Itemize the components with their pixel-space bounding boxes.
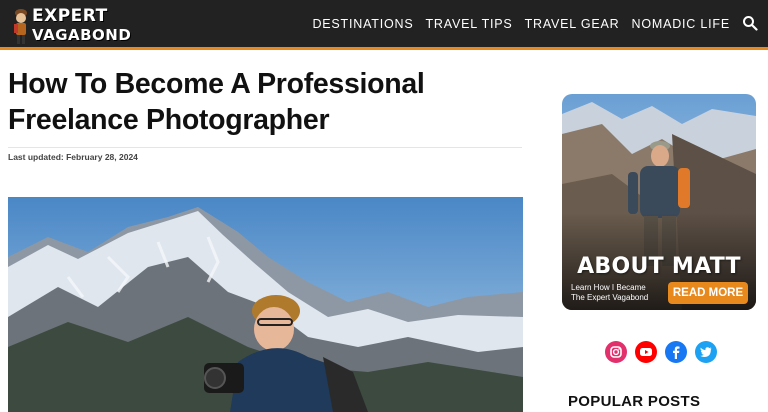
- about-title: ABOUT MATT: [577, 254, 741, 279]
- nav-travel-tips[interactable]: TRAVEL TIPS: [425, 17, 512, 31]
- nav-nomadic-life[interactable]: NOMADIC LIFE: [632, 17, 731, 31]
- title-divider: [8, 147, 522, 148]
- logo-mascot-icon: [14, 9, 27, 44]
- nav-destinations[interactable]: DESTINATIONS: [312, 17, 413, 31]
- article-title: How To Become A Professional Freelance P…: [8, 68, 425, 136]
- last-updated: Last updated: February 28, 2024: [8, 152, 138, 162]
- youtube-icon[interactable]: [635, 341, 657, 363]
- site-header: EXPERT VAGABOND DESTINATIONS TRAVEL TIPS…: [0, 0, 768, 50]
- search-icon[interactable]: [742, 15, 758, 31]
- hero-image: [8, 197, 523, 412]
- social-links: [605, 341, 717, 363]
- about-subtitle: Learn How I Became The Expert Vagabond: [571, 283, 648, 303]
- popular-posts-heading: POPULAR POSTS: [568, 393, 701, 410]
- main-nav: DESTINATIONS TRAVEL TIPS TRAVEL GEAR NOM…: [312, 17, 730, 31]
- logo-line2: VAGABOND: [32, 26, 132, 44]
- instagram-icon[interactable]: [605, 341, 627, 363]
- twitter-icon[interactable]: [695, 341, 717, 363]
- about-subtitle-line2: The Expert Vagabond: [571, 293, 649, 302]
- about-subtitle-line1: Learn How I Became: [571, 283, 646, 292]
- read-more-button[interactable]: READ MORE: [668, 282, 748, 304]
- facebook-icon[interactable]: [665, 341, 687, 363]
- site-logo[interactable]: EXPERT VAGABOND: [10, 4, 131, 46]
- about-card[interactable]: ABOUT MATT Learn How I Became The Expert…: [562, 94, 756, 310]
- nav-travel-gear[interactable]: TRAVEL GEAR: [525, 17, 620, 31]
- logo-line1: EXPERT: [32, 6, 108, 26]
